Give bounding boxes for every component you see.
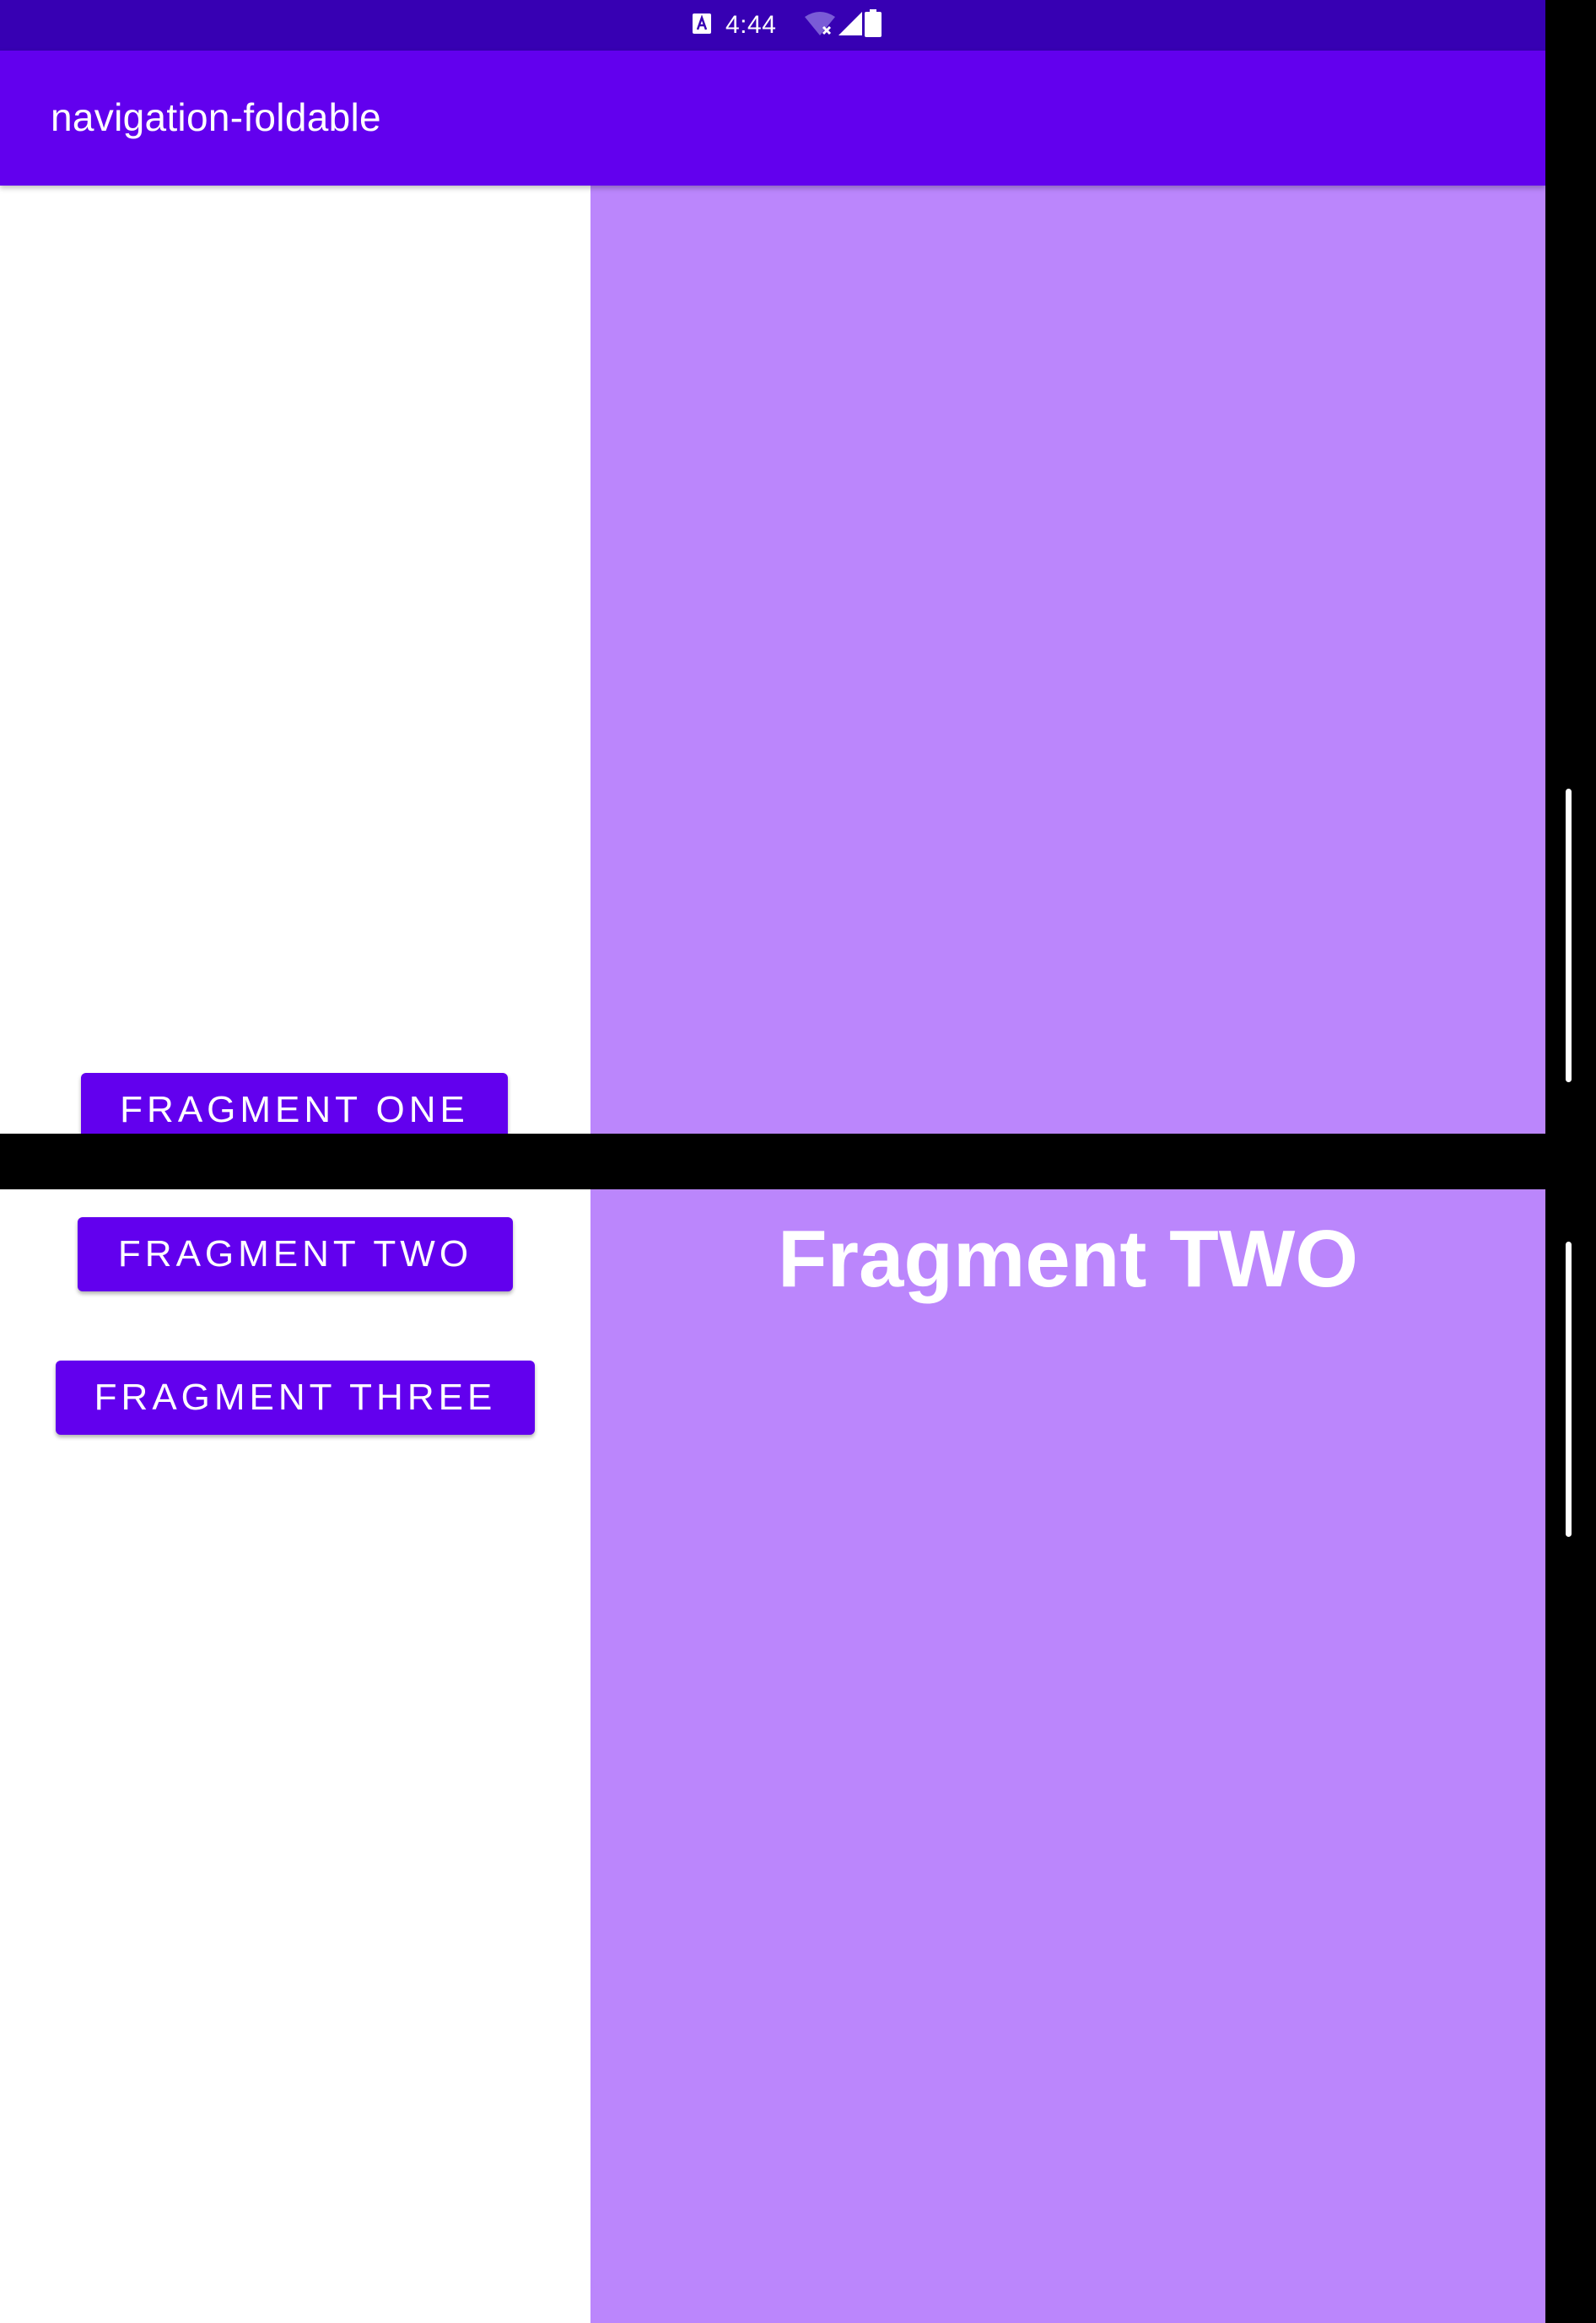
app-title: navigation-foldable: [51, 95, 381, 139]
fold-hinge: [0, 1134, 1596, 1189]
fragment-one-button[interactable]: FRAGMENT ONE: [81, 1073, 508, 1134]
fragment-three-button[interactable]: FRAGMENT THREE: [56, 1361, 535, 1435]
wifi-off-icon: [803, 10, 837, 41]
battery-icon: [864, 8, 882, 42]
cell-signal-icon: [837, 10, 864, 41]
bottom-screen-pane: FRAGMENT TWO FRAGMENT THREE Fragment TWO: [0, 1189, 1545, 2323]
detail-pane-top: [590, 186, 1545, 1134]
fragment-two-button[interactable]: FRAGMENT TWO: [78, 1217, 513, 1291]
navigation-list-pane-top: FRAGMENT ONE: [0, 186, 590, 1134]
navigation-list-pane-bottom: FRAGMENT TWO FRAGMENT THREE: [0, 1189, 590, 2323]
status-bar: 4:44: [0, 0, 1545, 51]
status-indicators: 4:44: [692, 8, 882, 42]
top-screen-pane: FRAGMENT ONE: [0, 186, 1545, 1134]
device-edge: [1545, 0, 1596, 2323]
device-screen: 4:44 navigation-foldable FRAGMENT ONE FR…: [0, 0, 1596, 2323]
app-bar: navigation-foldable: [0, 51, 1545, 186]
a-badge-icon: [692, 13, 712, 39]
fragment-title: Fragment TWO: [778, 1214, 1358, 1304]
scroll-indicator-top[interactable]: [1566, 789, 1572, 1082]
detail-pane-bottom: Fragment TWO: [590, 1189, 1545, 2323]
status-time: 4:44: [725, 11, 777, 39]
scroll-indicator-bottom[interactable]: [1566, 1242, 1572, 1537]
